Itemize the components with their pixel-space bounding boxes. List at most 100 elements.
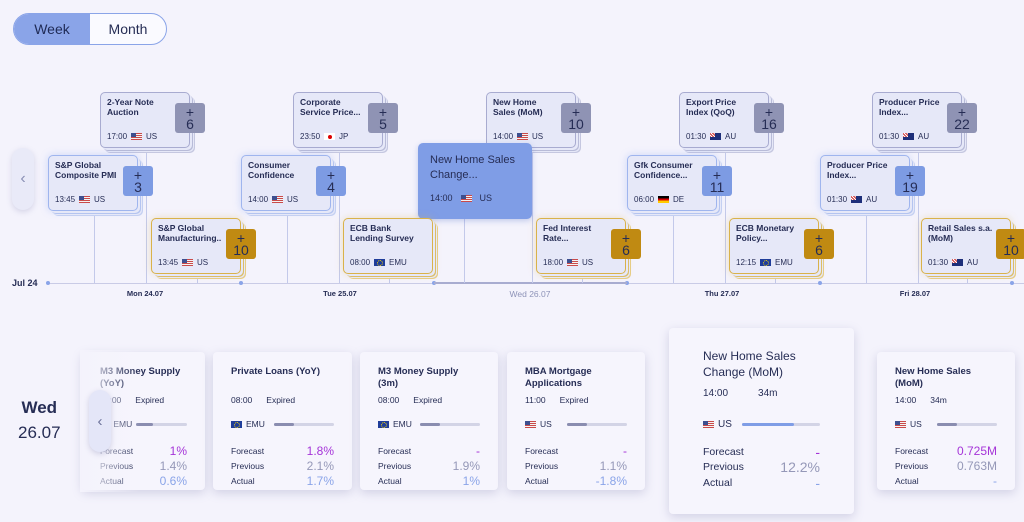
timeline-event[interactable]: New Home Sales Change... 14:00 US xyxy=(418,143,532,219)
selected-day: Wed 26.07 xyxy=(18,398,61,443)
event-card[interactable]: MBA Mortgage Applications 11:00 Expired U… xyxy=(507,352,645,490)
more-events-badge[interactable]: +22 xyxy=(947,103,977,133)
event-country: AU xyxy=(866,195,878,204)
card-time: 08:00 xyxy=(378,395,400,405)
more-count: 22 xyxy=(954,116,970,132)
flag-us-icon xyxy=(79,196,91,203)
week-tab[interactable]: Week xyxy=(14,14,90,44)
event-connector xyxy=(582,274,583,283)
flag-us-icon xyxy=(517,133,529,140)
event-meta: 14:00 US xyxy=(430,193,492,203)
flag-de-icon xyxy=(658,196,670,203)
more-count: 5 xyxy=(379,116,387,132)
timeline-start-label: Jul 24 xyxy=(12,278,38,288)
forecast-value: 1.8% xyxy=(306,443,334,458)
event-card[interactable]: New Home Sales Change (MoM) 14:00 34m US … xyxy=(669,328,854,514)
actual-value: 1.7% xyxy=(306,473,334,488)
event-country: EMU xyxy=(389,258,407,267)
flag-us-icon xyxy=(460,194,472,202)
event-meta: 01:30 AU xyxy=(879,132,929,141)
more-events-badge[interactable]: +6 xyxy=(175,103,205,133)
importance-bar xyxy=(136,422,187,426)
card-title: MBA Mortgage Applications xyxy=(525,366,592,389)
cards-prev-button[interactable]: ‹ xyxy=(89,390,111,452)
event-title: New Home Sales Change... xyxy=(430,154,515,181)
event-meta: 12:15 EMU xyxy=(736,258,793,267)
card-country: US xyxy=(540,419,552,429)
event-meta: 01:30 AU xyxy=(928,258,978,267)
flag-emu-icon xyxy=(374,259,386,266)
event-card[interactable]: New Home Sales (MoM) 14:00 34m US Forecas… xyxy=(877,352,1015,490)
timeline-event[interactable]: ECB Bank Lending Survey 08:00 EMU xyxy=(343,218,433,274)
event-connector xyxy=(673,211,674,283)
more-count: 10 xyxy=(568,116,584,132)
event-connector xyxy=(967,274,968,283)
event-card[interactable]: M3 Money Supply (3m) 08:00 Expired EMU Fo… xyxy=(360,352,498,490)
more-events-badge[interactable]: +6 xyxy=(804,229,834,259)
more-count: 10 xyxy=(233,242,249,258)
flag-us-icon xyxy=(272,196,284,203)
more-events-badge[interactable]: +10 xyxy=(996,229,1024,259)
card-title: Private Loans (YoY) xyxy=(231,366,321,377)
month-tab[interactable]: Month xyxy=(90,14,166,44)
more-count: 6 xyxy=(622,242,630,258)
more-events-badge[interactable]: +10 xyxy=(561,103,591,133)
more-events-badge[interactable]: +16 xyxy=(754,103,784,133)
forecast-value: 1% xyxy=(169,443,187,458)
flag-emu-icon xyxy=(378,420,389,428)
event-meta: 01:30 AU xyxy=(686,132,736,141)
flag-au-icon xyxy=(903,133,915,140)
flag-us-icon xyxy=(131,133,143,140)
more-count: 16 xyxy=(761,116,777,132)
more-events-badge[interactable]: +11 xyxy=(702,166,732,196)
day-label[interactable]: Mon 24.07 xyxy=(127,289,163,298)
event-title: New Home Sales (MoM) xyxy=(493,98,543,117)
more-events-badge[interactable]: +10 xyxy=(226,229,256,259)
event-meta: 06:00 DE xyxy=(634,195,684,204)
event-country: AU xyxy=(725,132,737,141)
previous-label: Previous xyxy=(703,461,744,474)
more-events-badge[interactable]: +4 xyxy=(316,166,346,196)
more-events-badge[interactable]: +6 xyxy=(611,229,641,259)
actual-value: 1% xyxy=(462,473,480,488)
day-label[interactable]: Fri 28.07 xyxy=(900,289,930,298)
event-title: Corporate Service Price... xyxy=(300,98,361,117)
more-events-badge[interactable]: +5 xyxy=(368,103,398,133)
importance-bar xyxy=(567,422,627,426)
more-events-badge[interactable]: +3 xyxy=(123,166,153,196)
previous-value: 1.9% xyxy=(452,458,480,473)
axis-tick xyxy=(46,281,50,285)
event-country: US xyxy=(94,195,106,204)
event-country: JP xyxy=(339,132,349,141)
previous-label: Previous xyxy=(231,460,265,471)
flag-us-icon xyxy=(895,420,906,428)
period-toggle: Week Month xyxy=(13,13,167,45)
day-label[interactable]: Tue 25.07 xyxy=(323,289,357,298)
forecast-label: Forecast xyxy=(231,445,265,456)
actual-value: -1.8% xyxy=(595,473,627,488)
event-time: 14:00 xyxy=(430,193,453,203)
event-title: Fed Interest Rate... xyxy=(543,224,592,243)
event-meta: 23:50 JP xyxy=(300,132,348,141)
more-count: 11 xyxy=(709,179,725,195)
more-events-badge[interactable]: +19 xyxy=(895,166,925,196)
event-title: Consumer Confidence xyxy=(248,161,295,180)
card-country: US xyxy=(718,419,732,430)
more-count: 10 xyxy=(1003,242,1019,258)
actual-label: Actual xyxy=(525,475,549,486)
event-title: S&P Global Manufacturing.. xyxy=(158,224,222,243)
forecast-value: - xyxy=(815,443,820,460)
event-connector xyxy=(532,148,533,283)
event-card[interactable]: Private Loans (YoY) 08:00 Expired EMU For… xyxy=(213,352,352,490)
more-count: 4 xyxy=(327,179,335,195)
event-title: Producer Price Index... xyxy=(879,98,940,117)
day-label[interactable]: Thu 27.07 xyxy=(705,289,740,298)
actual-label: Actual xyxy=(378,475,402,486)
day-label[interactable]: Wed 26.07 xyxy=(510,289,551,299)
event-connector xyxy=(94,211,95,283)
card-country: EMU xyxy=(393,419,412,429)
card-time: 14:00 xyxy=(895,395,917,405)
card-time: 14:00 xyxy=(703,388,729,399)
timeline-prev-button[interactable]: ‹ xyxy=(12,148,34,210)
flag-us-icon xyxy=(703,421,714,428)
